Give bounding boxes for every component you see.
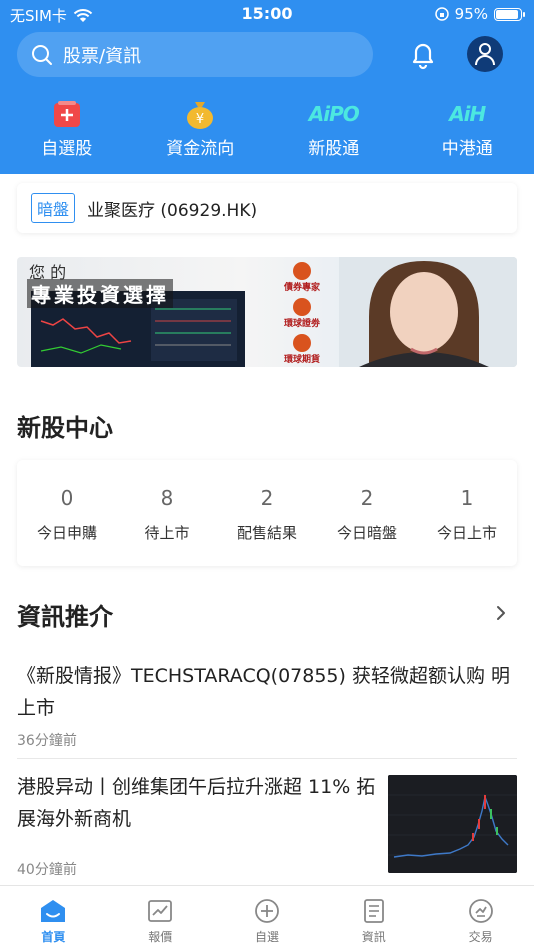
ipo-stat-label: 待上市 bbox=[144, 524, 190, 542]
spokesperson-image bbox=[339, 257, 517, 367]
ipo-stats-card: 0 今日申購 8 待上市 2 配售結果 2 今日暗盤 1 今日上市 bbox=[17, 460, 517, 566]
promo-banner[interactable]: 您 的 專業投資選擇 債券專家 環球證劵 環球期貨 bbox=[17, 257, 517, 367]
news-item-time: 36分鐘前 bbox=[17, 733, 77, 749]
orientation-lock-icon bbox=[434, 7, 449, 21]
quick-nav: 自選股 ¥ 資金流向 AiPO 新股通 AiH 中港通 bbox=[0, 98, 534, 166]
quick-nav-label: 資金流向 bbox=[166, 139, 235, 159]
user-icon bbox=[475, 43, 495, 66]
bell-icon[interactable] bbox=[405, 38, 441, 72]
news-section-title: 資訊推介 bbox=[17, 603, 113, 631]
search-icon bbox=[32, 44, 52, 65]
ipo-stat-pending-listing[interactable]: 8 待上市 bbox=[117, 460, 217, 566]
banner-logos: 債券專家 環球證劵 環球期貨 bbox=[271, 259, 333, 367]
ipo-stat-label: 今日暗盤 bbox=[336, 524, 397, 542]
ipo-stat-subscribe-today[interactable]: 0 今日申購 bbox=[17, 460, 117, 566]
aih-icon: AiH bbox=[449, 102, 486, 126]
news-item[interactable]: 港股异动丨创维集团午后拉升涨超 11% 拓展海外新商机 40分鐘前 bbox=[17, 771, 377, 879]
ipo-stat-value: 2 bbox=[260, 486, 274, 510]
news-item-time: 40分鐘前 bbox=[17, 862, 77, 878]
chart-icon bbox=[148, 900, 173, 922]
tab-trade[interactable]: 交易 bbox=[427, 886, 534, 950]
battery-icon bbox=[494, 7, 525, 21]
tab-label: 報價 bbox=[148, 930, 173, 944]
tab-label: 交易 bbox=[468, 930, 493, 944]
quick-nav-label: 中港通 bbox=[441, 139, 493, 159]
trade-icon bbox=[468, 899, 493, 923]
search-bar[interactable]: 股票/資訊 bbox=[17, 32, 373, 77]
ipo-stat-label: 今日上市 bbox=[436, 524, 497, 542]
user-avatar-button[interactable] bbox=[467, 36, 503, 72]
tab-watchlist[interactable]: 自選 bbox=[214, 886, 321, 950]
svg-text:¥: ¥ bbox=[196, 112, 204, 127]
banner-logo-label: 環球證劵 bbox=[283, 318, 320, 329]
divider bbox=[17, 758, 517, 759]
ipo-stat-value: 1 bbox=[460, 486, 474, 510]
money-bag-icon: ¥ bbox=[187, 102, 214, 129]
document-icon bbox=[363, 899, 384, 923]
banner-logo-label: 債券專家 bbox=[283, 282, 320, 293]
quick-nav-ipo[interactable]: AiPO 新股通 bbox=[267, 98, 401, 166]
ipo-stat-label: 今日申購 bbox=[36, 524, 97, 542]
tab-label: 資訊 bbox=[361, 930, 386, 944]
status-bar: 无SIM卡 15:00 95% bbox=[0, 0, 534, 28]
ipo-center-title: 新股中心 bbox=[17, 414, 113, 442]
futures-logo-icon bbox=[292, 333, 311, 352]
tab-label: 首頁 bbox=[41, 930, 66, 944]
tab-news[interactable]: 資訊 bbox=[320, 886, 427, 950]
plus-square-icon bbox=[53, 101, 80, 127]
news-item-title: 港股异动丨创维集团午后拉升涨超 11% 拓展海外新商机 bbox=[17, 776, 376, 830]
search-placeholder: 股票/資訊 bbox=[63, 45, 142, 67]
ipo-stat-label: 配售結果 bbox=[236, 524, 297, 542]
aipo-icon: AiPO bbox=[308, 102, 360, 126]
dark-pool-badge: 暗盤 bbox=[31, 193, 76, 223]
news-thumbnail[interactable] bbox=[388, 775, 517, 873]
battery-percent: 95% bbox=[454, 5, 488, 23]
tab-quotes[interactable]: 報價 bbox=[107, 886, 214, 950]
dark-pool-card[interactable]: 暗盤 业聚医疗 (06929.HK) bbox=[17, 183, 517, 233]
quick-nav-china-hk[interactable]: AiH 中港通 bbox=[401, 98, 534, 166]
home-icon bbox=[41, 900, 66, 922]
bottom-tab-bar: 首頁 報價 自選 資訊 交易 bbox=[0, 885, 534, 950]
tab-home[interactable]: 首頁 bbox=[0, 886, 107, 950]
header: 无SIM卡 15:00 95% 股票/資訊 自選股 ¥ 資金流向 AiPO 新股… bbox=[0, 0, 534, 174]
banner-logo-label: 環球期貨 bbox=[283, 354, 320, 365]
banner-line-2: 專業投資選擇 bbox=[27, 279, 173, 308]
ipo-stat-allotment-results[interactable]: 2 配售結果 bbox=[217, 460, 317, 566]
quick-nav-label: 新股通 bbox=[308, 139, 360, 159]
quick-nav-fund-flow[interactable]: ¥ 資金流向 bbox=[134, 98, 268, 166]
ipo-stat-dark-pool-today[interactable]: 2 今日暗盤 bbox=[317, 460, 417, 566]
chevron-right-icon[interactable] bbox=[494, 602, 508, 624]
news-item[interactable]: 《新股情报》TECHSTARACQ(07855) 获轻微超额认购 明上市 36分… bbox=[17, 660, 517, 750]
ipo-stat-listed-today[interactable]: 1 今日上市 bbox=[417, 460, 517, 566]
bond-logo-icon bbox=[292, 261, 311, 280]
securities-logo-icon bbox=[292, 297, 311, 316]
tab-label: 自選 bbox=[254, 930, 279, 944]
plus-circle-icon bbox=[255, 899, 279, 923]
dark-pool-stock: 业聚医疗 (06929.HK) bbox=[87, 200, 258, 221]
ipo-stat-value: 2 bbox=[360, 486, 374, 510]
quick-nav-label: 自選股 bbox=[41, 139, 93, 159]
quick-nav-watchlist[interactable]: 自選股 bbox=[0, 98, 134, 166]
ipo-stat-value: 0 bbox=[60, 486, 74, 510]
news-item-title: 《新股情报》TECHSTARACQ(07855) 获轻微超额认购 明上市 bbox=[17, 665, 511, 719]
ipo-stat-value: 8 bbox=[160, 486, 174, 510]
